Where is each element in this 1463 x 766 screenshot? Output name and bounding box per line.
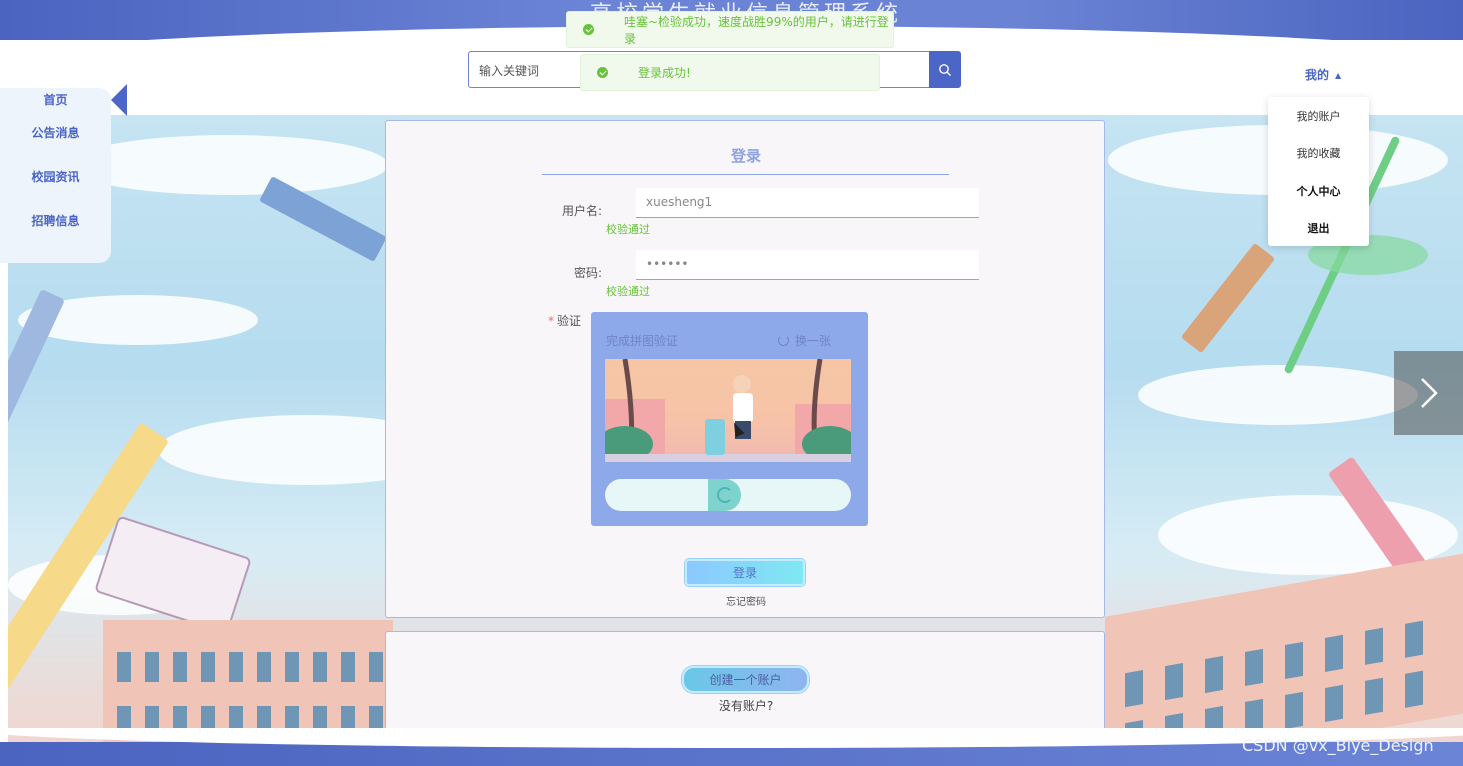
dropdown-item-profile[interactable]: 个人中心: [1268, 172, 1369, 210]
captcha-label: * 验证: [547, 314, 581, 328]
refresh-icon: [778, 335, 789, 346]
sidebar-item-jobs[interactable]: 招聘信息: [0, 198, 111, 242]
password-validation: 校验通过: [606, 285, 650, 298]
sidebar-item-campus-news[interactable]: 校园资讯: [0, 154, 111, 198]
caret-up-icon: ▲: [1335, 71, 1342, 80]
refresh-icon: [716, 487, 733, 503]
sidebar-active-arrow: [111, 84, 127, 116]
password-field[interactable]: ••••••: [636, 250, 979, 280]
success-toast: 哇塞~检验成功，速度战胜99%的用户，请进行登录: [566, 11, 894, 48]
captcha-widget: 完成拼图验证 换一张: [591, 312, 868, 526]
user-dropdown: 我的账户 我的收藏 个人中心 退出: [1268, 97, 1369, 246]
captcha-image: [605, 359, 851, 462]
check-circle-icon: [583, 24, 594, 35]
user-menu-label: 我的: [1305, 68, 1330, 82]
title-divider: [542, 174, 949, 175]
sidebar: 首页 公告消息 校园资讯 招聘信息: [0, 88, 111, 263]
sidebar-item-announcements[interactable]: 公告消息: [0, 110, 111, 154]
username-validation: 校验通过: [606, 223, 650, 236]
captcha-refresh-button[interactable]: 换一张: [778, 332, 831, 349]
search-icon: [939, 63, 951, 76]
sidebar-item-home[interactable]: 首页: [0, 88, 111, 110]
dropdown-item-logout[interactable]: 退出: [1268, 210, 1369, 248]
toast-message: 哇塞~检验成功，速度战胜99%的用户，请进行登录: [624, 14, 889, 46]
watermark: CSDN @vx_Biye_Design: [1242, 736, 1434, 755]
login-button[interactable]: 登录: [685, 559, 805, 586]
no-account-text: 没有账户?: [718, 699, 774, 713]
login-success-toast: 登录成功!: [580, 54, 880, 91]
login-panel: 登录 用户名: xuesheng1 校验通过 密码: •••••• 校验通过 *…: [385, 120, 1105, 618]
register-panel: 创建一个账户 没有账户?: [385, 631, 1105, 743]
captcha-slider-handle[interactable]: [708, 479, 741, 511]
check-circle-icon: [597, 67, 608, 78]
login-title: 登录: [730, 147, 761, 165]
username-field[interactable]: xuesheng1: [636, 188, 979, 218]
carousel-next-button[interactable]: [1394, 351, 1463, 435]
username-label: 用户名:: [561, 204, 602, 218]
toast-message: 登录成功!: [638, 66, 691, 80]
create-account-button[interactable]: 创建一个账户: [682, 666, 809, 693]
chevron-right-icon: [1420, 378, 1438, 408]
password-label: 密码:: [573, 266, 602, 280]
search-button[interactable]: [929, 51, 961, 88]
user-menu-trigger[interactable]: 我的 ▲: [1305, 66, 1341, 83]
captcha-refresh-label: 换一张: [795, 334, 832, 348]
dropdown-item-favorites[interactable]: 我的收藏: [1268, 135, 1369, 173]
captcha-title: 完成拼图验证: [606, 334, 679, 348]
forgot-password-link[interactable]: 忘记密码: [386, 593, 1106, 608]
dropdown-item-account[interactable]: 我的账户: [1268, 97, 1369, 135]
